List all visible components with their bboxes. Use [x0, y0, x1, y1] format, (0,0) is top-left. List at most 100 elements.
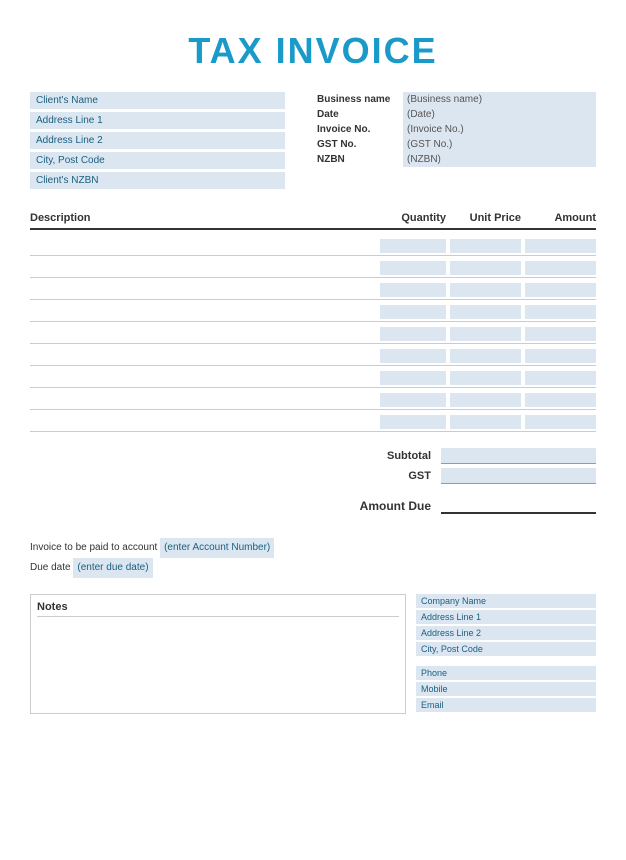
item-desc-7[interactable] [30, 393, 376, 407]
gst-label: GST [341, 470, 431, 482]
item-qty-2[interactable] [380, 283, 446, 297]
gst-value[interactable] [441, 468, 596, 484]
business-row-4: NZBN(NZBN) [313, 152, 596, 167]
item-amount-4[interactable] [525, 327, 596, 341]
item-amount-3[interactable] [525, 305, 596, 319]
client-address1-field: Address Line 1 [30, 112, 285, 129]
item-price-3[interactable] [450, 305, 521, 319]
biz-label-1: Date [313, 107, 403, 122]
item-qty-6[interactable] [380, 371, 446, 385]
business-row-1: Date(Date) [313, 107, 596, 122]
biz-label-4: NZBN [313, 152, 403, 167]
item-price-6[interactable] [450, 371, 521, 385]
business-info: Business name(Business name)Date(Date)In… [313, 92, 596, 192]
item-row-1 [30, 256, 596, 278]
item-desc-5[interactable] [30, 349, 376, 363]
notes-box: Notes [30, 594, 406, 714]
item-amount-1[interactable] [525, 261, 596, 275]
business-row-2: Invoice No.(Invoice No.) [313, 122, 596, 137]
due-text: Due date [30, 562, 71, 573]
header-amount: Amount [521, 212, 596, 224]
item-row-8 [30, 410, 596, 432]
item-price-2[interactable] [450, 283, 521, 297]
item-amount-7[interactable] [525, 393, 596, 407]
biz-label-2: Invoice No. [313, 122, 403, 137]
top-section: Client's Name Address Line 1 Address Lin… [30, 92, 596, 192]
items-section: Description Quantity Unit Price Amount [30, 212, 596, 432]
client-name-field: Client's Name [30, 92, 285, 109]
header-unit-price: Unit Price [446, 212, 521, 224]
item-price-8[interactable] [450, 415, 521, 429]
item-price-7[interactable] [450, 393, 521, 407]
item-row-3 [30, 300, 596, 322]
biz-value-3[interactable]: (GST No.) [403, 137, 596, 152]
due-date[interactable]: (enter due date) [73, 558, 152, 578]
payment-line1: Invoice to be paid to account (enter Acc… [30, 538, 596, 558]
business-row-3: GST No.(GST No.) [313, 137, 596, 152]
item-price-5[interactable] [450, 349, 521, 363]
header-description: Description [30, 212, 376, 224]
company-mobile-field: Mobile [416, 682, 596, 696]
item-desc-2[interactable] [30, 283, 376, 297]
invoice-title: TAX INVOICE [30, 20, 596, 92]
company-name-field: Company Name [416, 594, 596, 608]
biz-value-2[interactable]: (Invoice No.) [403, 122, 596, 137]
item-qty-0[interactable] [380, 239, 446, 253]
notes-title: Notes [37, 601, 399, 617]
company-info-box: Company Name Address Line 1 Address Line… [416, 594, 596, 714]
subtotal-label: Subtotal [341, 450, 431, 462]
item-amount-8[interactable] [525, 415, 596, 429]
item-desc-1[interactable] [30, 261, 376, 275]
client-nzbn-field: Client's NZBN [30, 172, 285, 189]
company-city-field: City, Post Code [416, 642, 596, 656]
biz-label-3: GST No. [313, 137, 403, 152]
item-qty-8[interactable] [380, 415, 446, 429]
amount-due-row: Amount Due [316, 498, 596, 514]
subtotal-value[interactable] [441, 448, 596, 464]
bottom-section: Notes Company Name Address Line 1 Addres… [30, 594, 596, 714]
business-row-0: Business name(Business name) [313, 92, 596, 107]
item-desc-8[interactable] [30, 415, 376, 429]
company-email-field: Email [416, 698, 596, 712]
subtotal-row: Subtotal [316, 448, 596, 464]
item-row-5 [30, 344, 596, 366]
item-desc-0[interactable] [30, 239, 376, 253]
item-desc-6[interactable] [30, 371, 376, 385]
item-desc-3[interactable] [30, 305, 376, 319]
company-phone-field: Phone [416, 666, 596, 680]
item-qty-1[interactable] [380, 261, 446, 275]
item-price-0[interactable] [450, 239, 521, 253]
item-amount-6[interactable] [525, 371, 596, 385]
item-qty-5[interactable] [380, 349, 446, 363]
client-city-field: City, Post Code [30, 152, 285, 169]
item-rows [30, 234, 596, 432]
items-header: Description Quantity Unit Price Amount [30, 212, 596, 230]
company-address1-field: Address Line 1 [416, 610, 596, 624]
item-qty-7[interactable] [380, 393, 446, 407]
biz-value-4[interactable]: (NZBN) [403, 152, 596, 167]
item-amount-2[interactable] [525, 283, 596, 297]
amount-due-label: Amount Due [341, 499, 431, 513]
item-price-1[interactable] [450, 261, 521, 275]
item-price-4[interactable] [450, 327, 521, 341]
totals-section: Subtotal GST Amount Due [30, 448, 596, 514]
client-address2-field: Address Line 2 [30, 132, 285, 149]
item-row-2 [30, 278, 596, 300]
item-qty-4[interactable] [380, 327, 446, 341]
business-info-table: Business name(Business name)Date(Date)In… [313, 92, 596, 167]
biz-label-0: Business name [313, 92, 403, 107]
amount-due-value[interactable] [441, 498, 596, 514]
item-row-0 [30, 234, 596, 256]
item-qty-3[interactable] [380, 305, 446, 319]
biz-value-1[interactable]: (Date) [403, 107, 596, 122]
account-number[interactable]: (enter Account Number) [160, 538, 274, 558]
item-desc-4[interactable] [30, 327, 376, 341]
item-amount-0[interactable] [525, 239, 596, 253]
payment-text-before: Invoice to be paid to account [30, 542, 157, 553]
header-quantity: Quantity [376, 212, 446, 224]
biz-value-0[interactable]: (Business name) [403, 92, 596, 107]
payment-section: Invoice to be paid to account (enter Acc… [30, 538, 596, 578]
item-row-7 [30, 388, 596, 410]
item-amount-5[interactable] [525, 349, 596, 363]
company-address2-field: Address Line 2 [416, 626, 596, 640]
